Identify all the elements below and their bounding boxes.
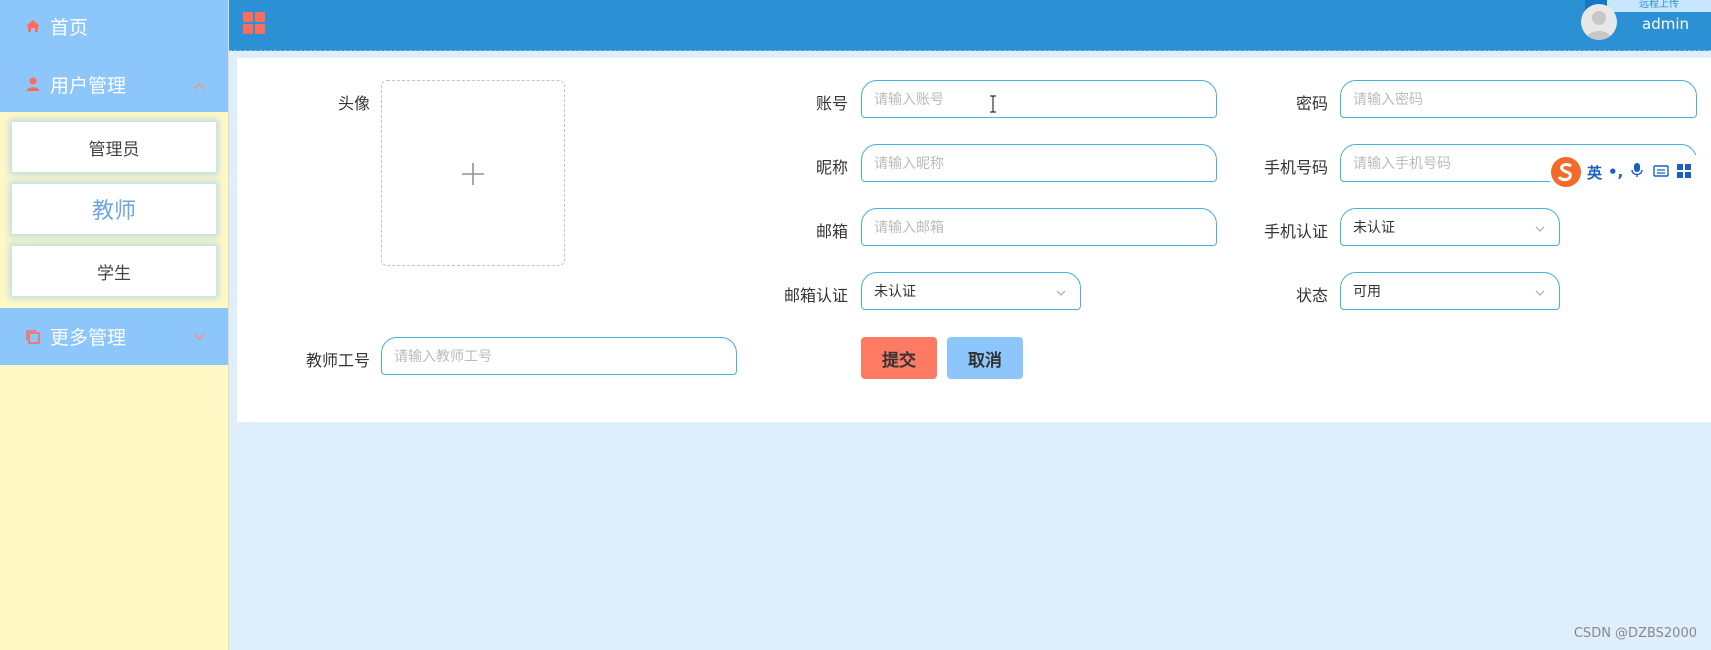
phone-placeholder: 请输入手机号码 — [1353, 156, 1451, 172]
submenu-teacher-label: 教师 — [91, 199, 136, 224]
nickname-label: 昵称 — [815, 158, 848, 177]
email-verify-select[interactable]: 未认证 — [861, 272, 1081, 310]
plus-icon — [460, 161, 486, 187]
submenu-student-label: 学生 — [97, 263, 131, 284]
status-select[interactable]: 可用 — [1340, 272, 1560, 310]
teacher-no-input[interactable]: 请输入教师工号 — [381, 337, 737, 375]
menu-more-management-label: 更多管理 — [50, 327, 127, 349]
copy-icon — [24, 328, 42, 346]
remote-upload-badge[interactable]: 远程上传 — [1607, 0, 1711, 12]
menu-home-label: 首页 — [50, 16, 89, 39]
menu-item-home[interactable]: 首页 — [0, 0, 228, 52]
microphone-icon[interactable] — [1631, 162, 1644, 182]
chevron-up-icon — [192, 76, 206, 90]
menu-item-user-management[interactable]: 用户管理 — [0, 58, 228, 110]
watermark: CSDN @DZBS2000 — [1573, 626, 1697, 641]
user-icon — [24, 75, 42, 93]
email-placeholder: 请输入邮箱 — [874, 220, 944, 236]
phone-verify-label: 手机认证 — [1263, 222, 1328, 241]
avatar-label: 头像 — [337, 94, 370, 113]
sogou-logo-icon — [1551, 157, 1581, 187]
cancel-button[interactable]: 取消 — [947, 337, 1023, 379]
email-verify-value: 未认证 — [874, 284, 916, 300]
chevron-down-icon — [1535, 286, 1545, 296]
chevron-down-icon — [1056, 286, 1066, 296]
sidebar: 首页 用户管理 管理员 教师 学生 更多管理 — [0, 0, 229, 650]
chevron-down-icon — [192, 326, 206, 341]
account-placeholder: 请输入账号 — [874, 92, 944, 108]
ime-mode[interactable]: 英 — [1587, 162, 1602, 183]
email-verify-label: 邮箱认证 — [783, 286, 848, 305]
text-cursor-icon — [989, 95, 997, 113]
submenu-admin-label: 管理员 — [88, 139, 140, 160]
menu-user-management-label: 用户管理 — [50, 74, 127, 97]
teacher-no-label: 教师工号 — [305, 351, 370, 370]
submenu-item-admin[interactable]: 管理员 — [12, 122, 216, 172]
nickname-placeholder: 请输入昵称 — [874, 156, 944, 172]
email-label: 邮箱 — [815, 222, 848, 241]
avatar-upload[interactable] — [381, 80, 565, 266]
submit-button[interactable]: 提交 — [861, 337, 937, 379]
account-label: 账号 — [815, 94, 848, 113]
teacher-no-placeholder: 请输入教师工号 — [394, 349, 492, 365]
account-input[interactable]: 请输入账号 — [861, 80, 1217, 118]
username[interactable]: admin — [1642, 15, 1689, 33]
nickname-input[interactable]: 请输入昵称 — [861, 144, 1217, 182]
menu-toggle-icon[interactable] — [243, 12, 265, 34]
password-placeholder: 请输入密码 — [1353, 92, 1423, 108]
ime-punctuation[interactable]: •, — [1608, 163, 1623, 181]
ime-toolbar[interactable]: 英 •, — [1550, 155, 1711, 189]
submenu-item-teacher[interactable]: 教师 — [12, 184, 216, 234]
email-input[interactable]: 请输入邮箱 — [861, 208, 1217, 246]
password-label: 密码 — [1295, 94, 1328, 113]
keyboard-icon[interactable] — [1653, 163, 1670, 182]
phone-verify-value: 未认证 — [1353, 220, 1395, 236]
apps-grid-icon[interactable] — [1677, 163, 1692, 182]
password-input[interactable]: 请输入密码 — [1340, 80, 1697, 118]
menu-item-more-management[interactable]: 更多管理 — [0, 308, 228, 365]
status-label: 状态 — [1295, 286, 1328, 305]
status-value: 可用 — [1353, 284, 1381, 300]
phone-label: 手机号码 — [1263, 158, 1328, 177]
avatar[interactable] — [1581, 4, 1617, 40]
phone-verify-select[interactable]: 未认证 — [1340, 208, 1560, 246]
home-icon — [24, 17, 42, 35]
chevron-down-icon — [1535, 222, 1545, 232]
submenu-item-student[interactable]: 学生 — [12, 246, 216, 296]
top-bar: 远程上传 admin — [229, 0, 1711, 51]
